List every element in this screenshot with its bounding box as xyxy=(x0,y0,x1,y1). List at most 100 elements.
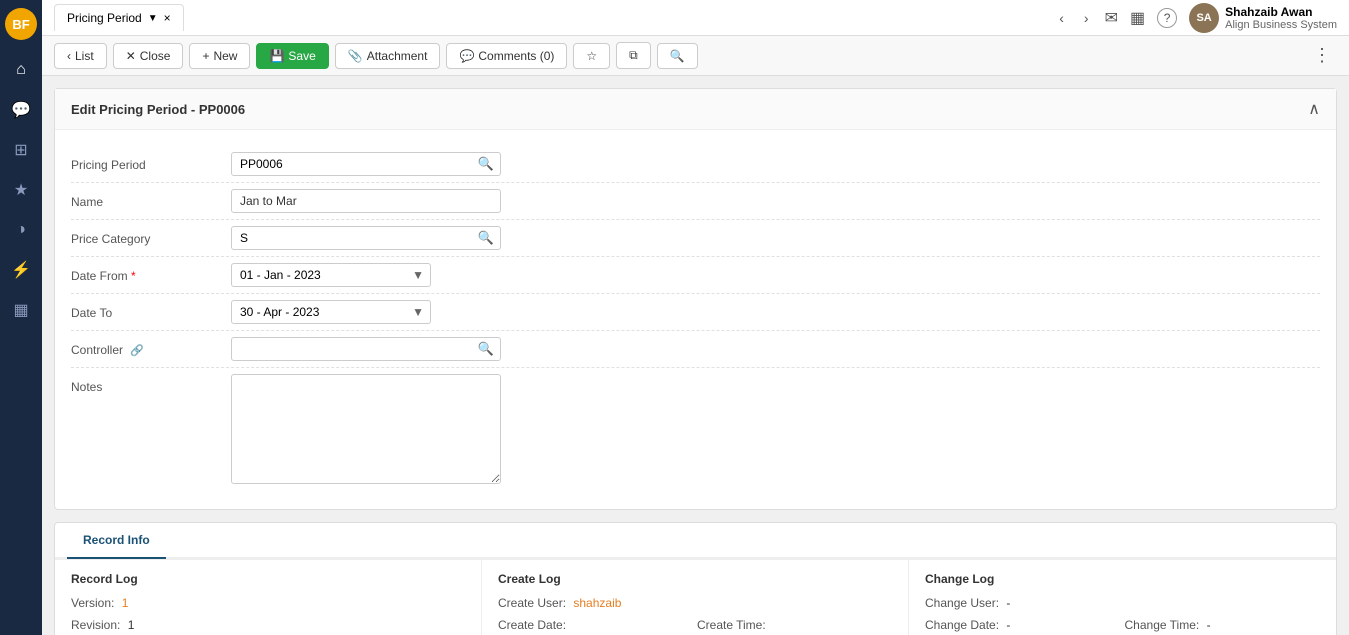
form-card: Edit Pricing Period - PP0006 ∧ Pricing P… xyxy=(54,88,1337,510)
version-label: Version: xyxy=(71,596,114,610)
date-from-input[interactable] xyxy=(232,264,406,286)
change-date-label: Change Date: xyxy=(925,618,999,632)
change-user-label: Change User: xyxy=(925,596,999,610)
pricing-period-row: Pricing Period 🔍 xyxy=(71,146,1320,183)
version-field: Version: 1 xyxy=(71,596,465,610)
user-company: Align Business System xyxy=(1225,19,1337,31)
pricing-period-input[interactable] xyxy=(232,153,472,175)
chart-icon[interactable]: ▦ xyxy=(1130,8,1145,28)
nav-prev-button[interactable]: ‹ xyxy=(1055,6,1068,30)
date-from-input-group: ▼ xyxy=(231,263,431,287)
sidebar-item-chart[interactable]: ◑ xyxy=(3,212,39,248)
pricing-period-search-button[interactable]: 🔍 xyxy=(472,156,500,172)
date-to-input-wrap: ▼ xyxy=(231,300,1320,324)
app-logo[interactable]: BF xyxy=(5,8,37,40)
close-button[interactable]: ✕ Close xyxy=(113,43,184,69)
record-info-card: Record Info Record Log Version: 1 Revisi… xyxy=(54,522,1337,635)
date-from-picker-button[interactable]: ▼ xyxy=(406,268,430,282)
topbar-icons: ✉ ▦ ? xyxy=(1105,8,1178,28)
change-log-header: Change Log xyxy=(925,572,1320,586)
record-body: Record Log Version: 1 Revision: 1 Create… xyxy=(55,559,1336,635)
sidebar-item-star[interactable]: ★ xyxy=(3,172,39,208)
controller-external-icon[interactable]: 🔗 xyxy=(130,345,144,357)
new-button[interactable]: + New xyxy=(189,43,250,69)
new-icon: + xyxy=(202,49,209,63)
change-time-field: Change Time: - xyxy=(1125,618,1321,632)
main-content: Pricing Period ▼ × ‹ › ✉ ▦ ? SA Shahzaib… xyxy=(42,0,1349,635)
record-tabs: Record Info xyxy=(55,523,1336,559)
nav-next-button[interactable]: › xyxy=(1080,6,1093,30)
help-icon[interactable]: ? xyxy=(1157,8,1177,28)
sidebar-item-grid[interactable]: ⊞ xyxy=(3,132,39,168)
save-button[interactable]: 💾 Save xyxy=(256,43,328,69)
notes-row: Notes xyxy=(71,368,1320,493)
user-name: Shahzaib Awan xyxy=(1225,5,1337,19)
favorite-button[interactable]: ☆ xyxy=(573,43,610,69)
price-category-input-group: 🔍 xyxy=(231,226,501,250)
search-button[interactable]: 🔍 xyxy=(657,43,698,69)
notes-input-wrap xyxy=(231,374,1320,487)
duplicate-button[interactable]: ⧉ xyxy=(616,42,651,69)
change-date-field: Change Date: - xyxy=(925,618,1121,632)
comments-button[interactable]: 💬 Comments (0) xyxy=(446,43,567,69)
create-user-value[interactable]: shahzaib xyxy=(573,596,621,610)
sidebar: BF ⌂ 💬 ⊞ ★ ◑ ⚡ ▦ xyxy=(0,0,42,635)
sidebar-item-bar[interactable]: ▦ xyxy=(3,292,39,328)
price-category-input[interactable] xyxy=(232,227,472,249)
create-date-field: Create Date: 09 - Mar - 2023 3 months ag… xyxy=(498,618,693,635)
sidebar-item-chat[interactable]: 💬 xyxy=(3,92,39,128)
topbar: Pricing Period ▼ × ‹ › ✉ ▦ ? SA Shahzaib… xyxy=(42,0,1349,36)
controller-search-button[interactable]: 🔍 xyxy=(472,341,500,357)
record-grid: Record Log Version: 1 Revision: 1 Create… xyxy=(55,559,1336,635)
price-category-label: Price Category xyxy=(71,226,231,246)
record-log-header: Record Log xyxy=(71,572,465,586)
create-log-col: Create Log Create User: shahzaib Create … xyxy=(482,560,909,635)
tab-close-icon[interactable]: × xyxy=(164,11,171,25)
change-user-value: - xyxy=(1006,596,1010,610)
date-to-label: Date To xyxy=(71,300,231,320)
avatar: SA xyxy=(1189,3,1219,33)
kebab-menu-button[interactable]: ⋮ xyxy=(1307,45,1337,66)
attachment-button[interactable]: 📎 Attachment xyxy=(335,43,441,69)
change-time-block: Change Time: - xyxy=(1125,618,1321,635)
change-date-block: Change Date: - xyxy=(925,618,1121,635)
change-date-time-grid: Change Date: - Change Time: - xyxy=(925,618,1320,635)
comments-icon: 💬 xyxy=(459,49,474,63)
change-log-col: Change Log Change User: - Change Date: - xyxy=(909,560,1336,635)
save-label: Save xyxy=(288,49,315,63)
list-button[interactable]: ‹ List xyxy=(54,43,107,69)
name-input-wrap xyxy=(231,189,1320,213)
pricing-period-tab[interactable]: Pricing Period ▼ × xyxy=(54,4,184,31)
form-card-header: Edit Pricing Period - PP0006 ∧ xyxy=(55,89,1336,130)
date-to-input[interactable] xyxy=(232,301,406,323)
save-icon: 💾 xyxy=(269,49,284,63)
version-value[interactable]: 1 xyxy=(122,596,129,610)
mail-icon[interactable]: ✉ xyxy=(1105,8,1118,28)
price-category-row: Price Category 🔍 xyxy=(71,220,1320,257)
sidebar-item-home[interactable]: ⌂ xyxy=(3,52,39,88)
tab-record-info[interactable]: Record Info xyxy=(67,523,166,559)
pricing-period-input-group: 🔍 xyxy=(231,152,501,176)
controller-input[interactable] xyxy=(232,338,472,360)
date-to-picker-button[interactable]: ▼ xyxy=(406,305,430,319)
name-input[interactable] xyxy=(231,189,501,213)
sidebar-item-activity[interactable]: ⚡ xyxy=(3,252,39,288)
create-time-block: Create Time: 03:26 PM xyxy=(697,618,892,635)
collapse-icon[interactable]: ∧ xyxy=(1308,99,1320,119)
copy-icon: ⧉ xyxy=(629,48,638,63)
price-category-input-wrap: 🔍 xyxy=(231,226,1320,250)
tab-dropdown-icon[interactable]: ▼ xyxy=(148,13,158,24)
name-label: Name xyxy=(71,189,231,209)
list-label: List xyxy=(75,49,94,63)
change-time-value: - xyxy=(1207,618,1211,632)
create-date-label: Create Date: xyxy=(498,618,566,632)
change-time-label: Change Time: xyxy=(1125,618,1200,632)
content-area: Edit Pricing Period - PP0006 ∧ Pricing P… xyxy=(42,76,1349,635)
controller-input-wrap: 🔍 xyxy=(231,337,1320,361)
pricing-period-input-wrap: 🔍 xyxy=(231,152,1320,176)
form-body: Pricing Period 🔍 Name xyxy=(55,130,1336,509)
new-label: New xyxy=(213,49,237,63)
notes-textarea[interactable] xyxy=(231,374,501,484)
create-date-time-grid: Create Date: 09 - Mar - 2023 3 months ag… xyxy=(498,618,892,635)
price-category-search-button[interactable]: 🔍 xyxy=(472,230,500,246)
